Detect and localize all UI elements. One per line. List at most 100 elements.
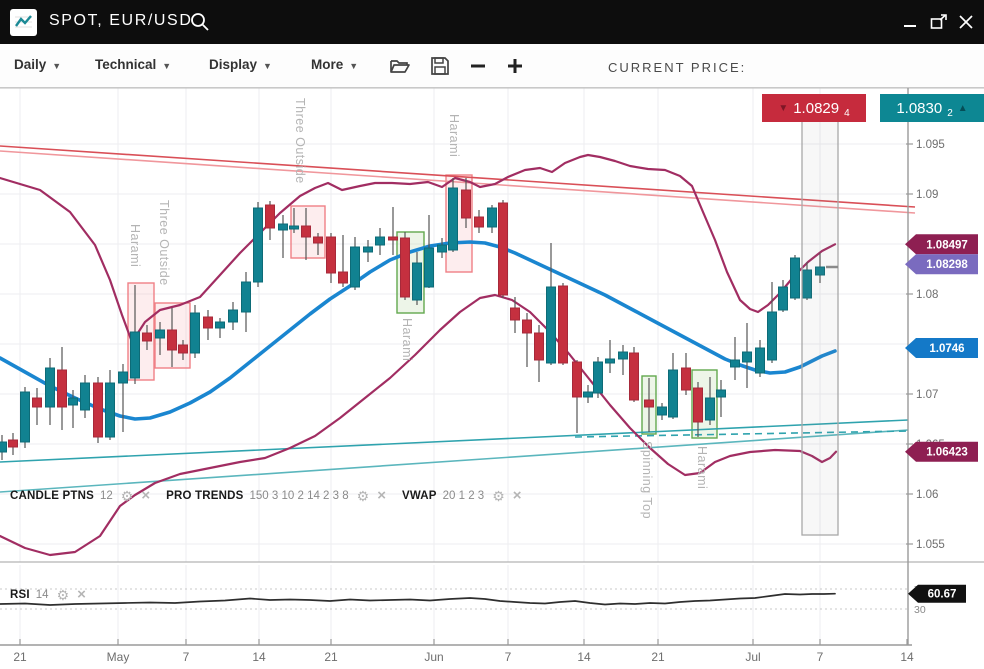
gear-icon[interactable]: ⚙ (121, 489, 134, 503)
candle-body (682, 368, 691, 390)
trading-chart-window: HaramiThree OutsideThree OutsideHaramiHa… (0, 0, 984, 669)
projection-band (802, 103, 838, 535)
candle-body (606, 359, 615, 363)
close-icon[interactable]: × (513, 488, 522, 503)
more-dropdown-label: More (311, 57, 343, 72)
close-icon[interactable]: × (377, 488, 386, 503)
candle-body (46, 368, 55, 407)
candle-body (229, 310, 238, 322)
candle-body (81, 383, 90, 410)
x-axis-label: 7 (505, 650, 512, 664)
gear-icon[interactable]: ⚙ (492, 489, 505, 503)
y-axis-label: 1.09 (916, 189, 938, 201)
candle-body (389, 237, 398, 240)
candle-body (779, 287, 788, 310)
candle-body (204, 317, 213, 328)
display-dropdown[interactable]: Display ▼ (209, 57, 272, 72)
candle-body (499, 203, 508, 295)
candle-body (425, 248, 434, 287)
ask-price: 1.0830 (896, 100, 942, 117)
candle-body (717, 390, 726, 397)
candle-body (266, 205, 275, 228)
candle-body (594, 362, 603, 393)
candle-body (119, 372, 128, 383)
gear-icon[interactable]: ⚙ (357, 489, 370, 503)
candle-body (143, 333, 152, 341)
pattern-label: Harami (400, 318, 414, 361)
candle-body (168, 330, 177, 350)
candle-body (731, 360, 740, 367)
candle-body (645, 400, 654, 407)
candle-body (58, 370, 67, 407)
candle-body (216, 322, 225, 328)
candle-body (547, 287, 556, 363)
candle-body (94, 383, 103, 437)
indicator-name: PRO TRENDS (166, 490, 243, 502)
current-price-label: CURRENT PRICE: (608, 60, 746, 75)
close-icon[interactable]: × (77, 587, 86, 602)
search-icon[interactable] (189, 11, 211, 33)
candle-body (290, 226, 299, 229)
arrow-up-icon: ▲ (958, 103, 968, 114)
trend-line-support-2 (0, 430, 908, 492)
candle-body (351, 247, 360, 287)
candle-body (559, 286, 568, 363)
candle-body (669, 370, 678, 417)
open-folder-icon[interactable] (388, 54, 412, 78)
save-icon[interactable] (428, 54, 452, 78)
close-icon[interactable] (955, 12, 977, 32)
candle-body (449, 188, 458, 250)
candle-body (131, 332, 140, 378)
indicator-name: VWAP (402, 490, 437, 502)
candle-body (630, 353, 639, 400)
indicator-params: 20 1 2 3 (443, 490, 485, 502)
candle-body (401, 238, 410, 297)
chevron-down-icon: ▼ (263, 59, 272, 71)
arrow-down-icon: ▼ (778, 103, 788, 114)
candle-body (511, 308, 520, 320)
candle-body (21, 392, 30, 442)
candle-body (413, 263, 422, 300)
chevron-down-icon: ▼ (162, 59, 171, 71)
ask-price-pip: 2 (947, 108, 953, 122)
technical-dropdown-label: Technical (95, 57, 156, 72)
candle-body (791, 258, 800, 298)
candle-body (339, 272, 348, 283)
gear-icon[interactable]: ⚙ (57, 588, 70, 602)
indicator-params: 14 (36, 589, 49, 601)
zoom-out-icon[interactable] (466, 54, 490, 78)
candle-body (179, 345, 188, 353)
x-axis-label: 21 (13, 650, 27, 664)
zoom-in-icon[interactable] (503, 54, 527, 78)
ask-price-box[interactable]: 1.0830 2 ▲ (880, 94, 984, 122)
more-dropdown[interactable]: More ▼ (311, 57, 358, 72)
candle-body (302, 226, 311, 237)
y-axis-label: 1.055 (916, 539, 945, 551)
y-axis-label: 1.06 (916, 489, 938, 501)
popout-icon[interactable] (928, 12, 950, 32)
x-axis-label: 7 (817, 650, 824, 664)
candle-body (523, 320, 532, 333)
technical-dropdown[interactable]: Technical ▼ (95, 57, 171, 72)
timeframe-dropdown[interactable]: Daily ▼ (14, 57, 61, 72)
candle-body (279, 224, 288, 230)
candle-body (69, 398, 78, 405)
timeframe-dropdown-label: Daily (14, 57, 46, 72)
candle-body (33, 398, 42, 407)
y-axis-label: 1.095 (916, 139, 945, 151)
candle-body (768, 312, 777, 360)
display-dropdown-label: Display (209, 57, 257, 72)
candle-body (756, 348, 765, 373)
candle-body (488, 208, 497, 227)
candle-body (619, 352, 628, 359)
minimize-icon[interactable] (899, 12, 921, 32)
close-icon[interactable]: × (141, 488, 150, 503)
bid-price-box[interactable]: ▼ 1.08294 (762, 94, 866, 122)
x-axis-label: 14 (252, 650, 266, 664)
bid-price-pip: 4 (844, 108, 850, 122)
x-axis-label: 7 (183, 650, 190, 664)
candle-body (0, 442, 7, 452)
candle-body (327, 237, 336, 273)
rsi-line (0, 594, 835, 605)
x-axis-label: 21 (651, 650, 665, 664)
